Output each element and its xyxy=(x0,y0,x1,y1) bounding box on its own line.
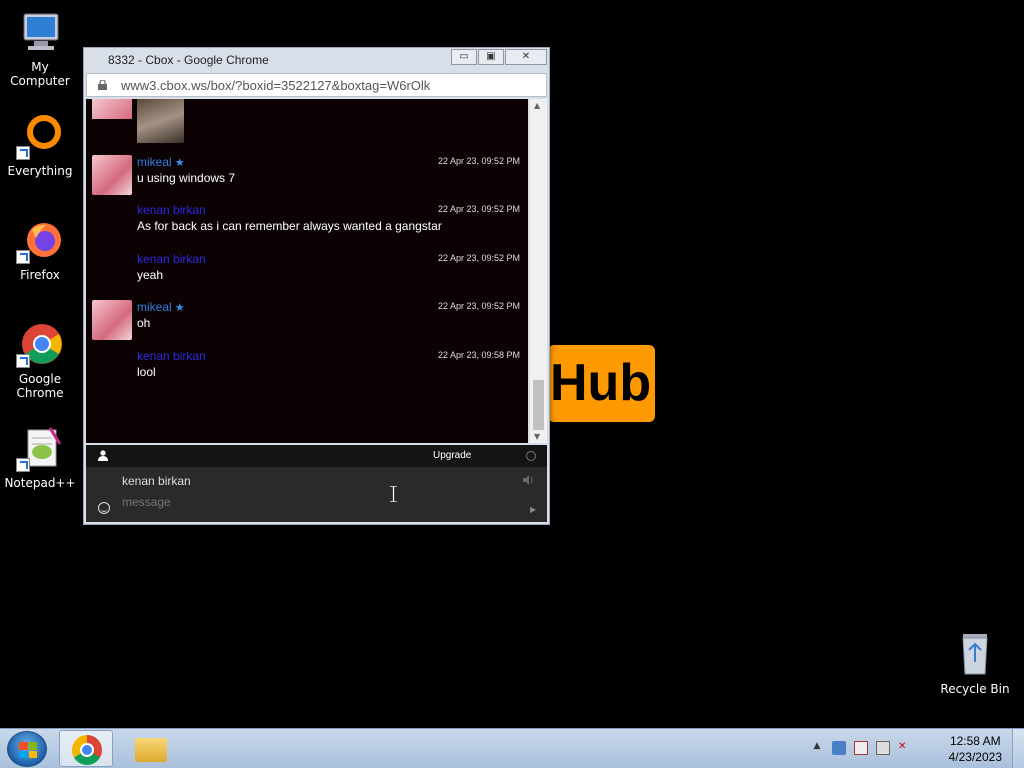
chat-toolbar: Upgrade xyxy=(86,445,547,467)
start-button[interactable] xyxy=(7,731,47,767)
action-center-icon[interactable] xyxy=(854,741,868,755)
firefox-icon xyxy=(16,216,64,264)
tray-app-icon[interactable] xyxy=(832,741,846,755)
username-field[interactable]: kenan birkan xyxy=(122,474,191,488)
chrome-icon xyxy=(72,735,102,765)
windows-logo-icon xyxy=(19,742,37,758)
network-icon[interactable] xyxy=(876,741,890,755)
message-time: 22 Apr 23, 09:52 PM xyxy=(437,204,520,214)
user-icon[interactable] xyxy=(98,450,108,461)
message-time: 22 Apr 23, 09:52 PM xyxy=(437,301,520,311)
desktop-icon-label: Google Chrome xyxy=(16,372,64,400)
system-tray: ▲ ✕ 12:58 AM 4/23/2023 xyxy=(804,729,1024,768)
show-desktop-button[interactable] xyxy=(1012,729,1024,768)
scroll-up-icon[interactable]: ▲ xyxy=(534,101,540,110)
desktop-icon-label: Recycle Bin xyxy=(940,682,1010,696)
shortcut-arrow-icon xyxy=(16,146,30,160)
status-circle-icon[interactable] xyxy=(526,451,536,461)
chat-scrollbar[interactable]: ▲ ▼ xyxy=(530,99,547,443)
message-author[interactable]: kenan birkan xyxy=(137,203,206,217)
notepad-plus-plus-icon xyxy=(16,424,64,472)
message-time: 22 Apr 23, 09:52 PM xyxy=(437,253,520,263)
message-time: 22 Apr 23, 09:58 PM xyxy=(437,350,520,360)
window-title: 8332 - Cbox - Google Chrome xyxy=(108,53,269,67)
window-titlebar[interactable]: 8332 - Cbox - Google Chrome ▭ ▣ ✕ xyxy=(84,48,549,72)
text-cursor-icon xyxy=(390,486,397,502)
shortcut-arrow-icon xyxy=(16,458,30,472)
taskbar: ▲ ✕ 12:58 AM 4/23/2023 xyxy=(0,728,1024,768)
desktop-icon-label: Firefox xyxy=(20,268,60,282)
maximize-button[interactable]: ▣ xyxy=(478,49,504,65)
speaker-icon[interactable] xyxy=(523,475,535,485)
scroll-down-icon[interactable]: ▼ xyxy=(534,432,540,441)
url-text: www3.cbox.ws/box/?boxid=3522127&boxtag=W… xyxy=(121,78,431,93)
volume-muted-icon[interactable]: ✕ xyxy=(898,741,912,755)
avatar xyxy=(92,99,132,119)
desktop-icon-recycle-bin[interactable]: Recycle Bin xyxy=(940,630,1010,696)
upgrade-link[interactable]: Upgrade xyxy=(433,450,471,461)
taskbar-chrome-button[interactable] xyxy=(59,730,113,767)
scrollbar-thumb[interactable] xyxy=(533,380,544,430)
chrome-icon xyxy=(16,320,64,368)
chrome-window[interactable]: 8332 - Cbox - Google Chrome ▭ ▣ ✕ www3.c… xyxy=(83,47,550,525)
shortcut-arrow-icon xyxy=(16,250,30,264)
message-text: yeah xyxy=(137,268,164,282)
desktop-icon-my-computer[interactable]: My Computer xyxy=(0,8,80,88)
emoji-icon[interactable] xyxy=(98,502,110,514)
avatar xyxy=(92,300,132,340)
message-text: oh xyxy=(137,316,151,330)
chat-input-area: kenan birkan xyxy=(86,467,547,522)
chat-messages-area[interactable]: mikeal ★ 22 Apr 23, 09:52 PM u using wind… xyxy=(86,99,528,443)
message-input[interactable] xyxy=(122,495,502,509)
address-bar[interactable]: www3.cbox.ws/box/?boxid=3522127&boxtag=W… xyxy=(86,73,547,97)
star-icon: ★ xyxy=(174,302,185,314)
background-logo: Hub xyxy=(548,345,655,422)
desktop-icon-label: Everything xyxy=(7,164,73,178)
show-hidden-icons-icon[interactable]: ▲ xyxy=(810,741,824,755)
desktop-icon-label: My Computer xyxy=(10,60,70,88)
message-text: As for back as i can remember always wan… xyxy=(137,219,442,233)
clock-date: 4/23/2023 xyxy=(948,750,1002,764)
message-text: lool xyxy=(137,365,156,379)
lock-icon xyxy=(98,80,107,90)
recycle-bin-icon xyxy=(962,634,988,675)
image-attachment[interactable] xyxy=(137,99,184,143)
avatar xyxy=(92,155,132,195)
send-icon[interactable]: ▶ xyxy=(530,505,536,514)
everything-icon xyxy=(16,112,64,160)
desktop-icon-google-chrome[interactable]: Google Chrome xyxy=(0,320,80,400)
close-button[interactable]: ✕ xyxy=(505,49,547,65)
minimize-button[interactable]: ▭ xyxy=(451,49,477,65)
clock-time: 12:58 AM xyxy=(949,734,1001,748)
star-icon: ★ xyxy=(174,157,185,169)
message-author[interactable]: mikeal ★ xyxy=(137,155,185,169)
computer-icon xyxy=(16,8,64,56)
taskbar-explorer-button[interactable] xyxy=(123,730,177,767)
message-text: u using windows 7 xyxy=(137,171,236,185)
desktop-icon-everything[interactable]: Everything xyxy=(0,112,80,178)
message-time: 22 Apr 23, 09:52 PM xyxy=(437,156,520,166)
shortcut-arrow-icon xyxy=(16,354,30,368)
message-author[interactable]: kenan birkan xyxy=(137,252,206,266)
clock[interactable]: 12:58 AM 4/23/2023 xyxy=(949,733,1002,765)
folder-icon xyxy=(135,738,167,762)
desktop-icon-label: Notepad++ xyxy=(4,476,76,490)
message-author[interactable]: kenan birkan xyxy=(137,349,206,363)
message-author[interactable]: mikeal ★ xyxy=(137,300,185,314)
desktop-icon-notepad-plus-plus[interactable]: Notepad++ xyxy=(0,424,80,490)
desktop-icon-firefox[interactable]: Firefox xyxy=(0,216,80,282)
